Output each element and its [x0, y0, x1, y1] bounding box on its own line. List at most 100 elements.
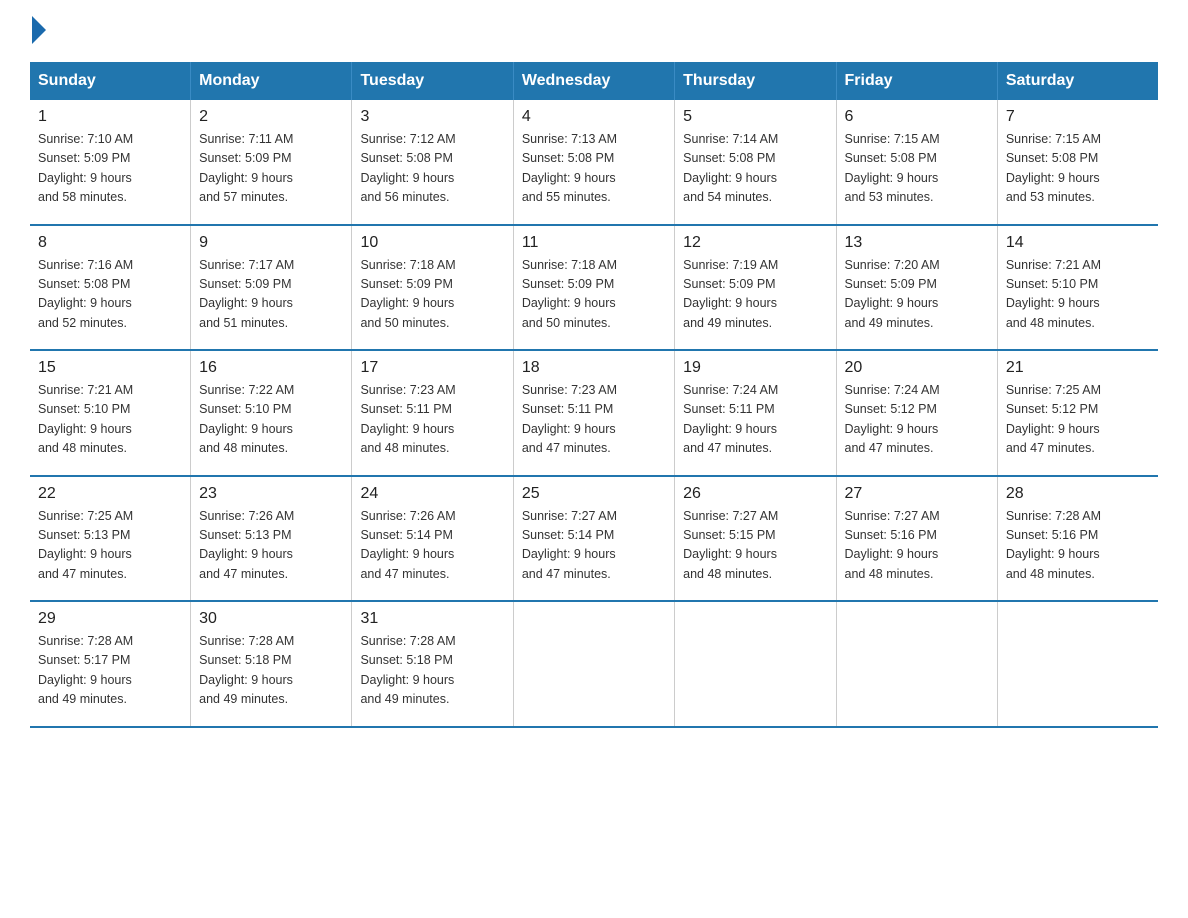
day-info: Sunrise: 7:14 AMSunset: 5:08 PMDaylight:… — [683, 130, 827, 208]
calendar-cell: 25 Sunrise: 7:27 AMSunset: 5:14 PMDaylig… — [513, 476, 674, 602]
week-row-3: 15 Sunrise: 7:21 AMSunset: 5:10 PMDaylig… — [30, 350, 1158, 476]
day-number: 9 — [199, 234, 343, 252]
day-number: 20 — [845, 359, 989, 377]
calendar-cell: 8 Sunrise: 7:16 AMSunset: 5:08 PMDayligh… — [30, 225, 191, 351]
day-number: 19 — [683, 359, 827, 377]
day-info: Sunrise: 7:19 AMSunset: 5:09 PMDaylight:… — [683, 256, 827, 334]
day-number: 30 — [199, 610, 343, 628]
calendar-cell: 7 Sunrise: 7:15 AMSunset: 5:08 PMDayligh… — [997, 100, 1158, 225]
day-number: 1 — [38, 108, 182, 126]
calendar-cell: 13 Sunrise: 7:20 AMSunset: 5:09 PMDaylig… — [836, 225, 997, 351]
header-wednesday: Wednesday — [513, 62, 674, 100]
day-number: 10 — [360, 234, 504, 252]
calendar-cell — [836, 601, 997, 727]
day-info: Sunrise: 7:16 AMSunset: 5:08 PMDaylight:… — [38, 256, 182, 334]
day-info: Sunrise: 7:24 AMSunset: 5:12 PMDaylight:… — [845, 381, 989, 459]
calendar-cell: 18 Sunrise: 7:23 AMSunset: 5:11 PMDaylig… — [513, 350, 674, 476]
day-info: Sunrise: 7:28 AMSunset: 5:18 PMDaylight:… — [360, 632, 504, 710]
day-number: 24 — [360, 485, 504, 503]
day-info: Sunrise: 7:24 AMSunset: 5:11 PMDaylight:… — [683, 381, 827, 459]
day-number: 13 — [845, 234, 989, 252]
day-info: Sunrise: 7:26 AMSunset: 5:14 PMDaylight:… — [360, 507, 504, 585]
calendar-cell: 12 Sunrise: 7:19 AMSunset: 5:09 PMDaylig… — [675, 225, 836, 351]
calendar-cell: 22 Sunrise: 7:25 AMSunset: 5:13 PMDaylig… — [30, 476, 191, 602]
day-number: 6 — [845, 108, 989, 126]
calendar-table: SundayMondayTuesdayWednesdayThursdayFrid… — [30, 62, 1158, 728]
day-number: 28 — [1006, 485, 1150, 503]
calendar-cell: 27 Sunrise: 7:27 AMSunset: 5:16 PMDaylig… — [836, 476, 997, 602]
day-number: 2 — [199, 108, 343, 126]
header-monday: Monday — [191, 62, 352, 100]
day-number: 5 — [683, 108, 827, 126]
day-info: Sunrise: 7:12 AMSunset: 5:08 PMDaylight:… — [360, 130, 504, 208]
day-number: 31 — [360, 610, 504, 628]
day-info: Sunrise: 7:10 AMSunset: 5:09 PMDaylight:… — [38, 130, 182, 208]
day-info: Sunrise: 7:23 AMSunset: 5:11 PMDaylight:… — [360, 381, 504, 459]
day-info: Sunrise: 7:23 AMSunset: 5:11 PMDaylight:… — [522, 381, 666, 459]
day-info: Sunrise: 7:26 AMSunset: 5:13 PMDaylight:… — [199, 507, 343, 585]
day-number: 29 — [38, 610, 182, 628]
day-number: 11 — [522, 234, 666, 252]
logo — [30, 20, 46, 42]
calendar-cell: 14 Sunrise: 7:21 AMSunset: 5:10 PMDaylig… — [997, 225, 1158, 351]
day-info: Sunrise: 7:25 AMSunset: 5:13 PMDaylight:… — [38, 507, 182, 585]
page-header — [30, 20, 1158, 42]
day-info: Sunrise: 7:20 AMSunset: 5:09 PMDaylight:… — [845, 256, 989, 334]
day-info: Sunrise: 7:13 AMSunset: 5:08 PMDaylight:… — [522, 130, 666, 208]
day-number: 8 — [38, 234, 182, 252]
calendar-cell: 20 Sunrise: 7:24 AMSunset: 5:12 PMDaylig… — [836, 350, 997, 476]
calendar-cell: 26 Sunrise: 7:27 AMSunset: 5:15 PMDaylig… — [675, 476, 836, 602]
day-number: 17 — [360, 359, 504, 377]
calendar-cell — [513, 601, 674, 727]
day-info: Sunrise: 7:15 AMSunset: 5:08 PMDaylight:… — [1006, 130, 1150, 208]
calendar-cell: 19 Sunrise: 7:24 AMSunset: 5:11 PMDaylig… — [675, 350, 836, 476]
calendar-cell: 6 Sunrise: 7:15 AMSunset: 5:08 PMDayligh… — [836, 100, 997, 225]
calendar-cell: 28 Sunrise: 7:28 AMSunset: 5:16 PMDaylig… — [997, 476, 1158, 602]
calendar-cell: 2 Sunrise: 7:11 AMSunset: 5:09 PMDayligh… — [191, 100, 352, 225]
day-info: Sunrise: 7:22 AMSunset: 5:10 PMDaylight:… — [199, 381, 343, 459]
day-info: Sunrise: 7:27 AMSunset: 5:16 PMDaylight:… — [845, 507, 989, 585]
header-tuesday: Tuesday — [352, 62, 513, 100]
calendar-header-row: SundayMondayTuesdayWednesdayThursdayFrid… — [30, 62, 1158, 100]
day-info: Sunrise: 7:15 AMSunset: 5:08 PMDaylight:… — [845, 130, 989, 208]
day-number: 12 — [683, 234, 827, 252]
day-info: Sunrise: 7:21 AMSunset: 5:10 PMDaylight:… — [38, 381, 182, 459]
header-thursday: Thursday — [675, 62, 836, 100]
calendar-cell: 31 Sunrise: 7:28 AMSunset: 5:18 PMDaylig… — [352, 601, 513, 727]
day-number: 27 — [845, 485, 989, 503]
calendar-cell: 1 Sunrise: 7:10 AMSunset: 5:09 PMDayligh… — [30, 100, 191, 225]
calendar-cell: 5 Sunrise: 7:14 AMSunset: 5:08 PMDayligh… — [675, 100, 836, 225]
header-sunday: Sunday — [30, 62, 191, 100]
week-row-1: 1 Sunrise: 7:10 AMSunset: 5:09 PMDayligh… — [30, 100, 1158, 225]
calendar-cell: 21 Sunrise: 7:25 AMSunset: 5:12 PMDaylig… — [997, 350, 1158, 476]
day-number: 18 — [522, 359, 666, 377]
day-info: Sunrise: 7:17 AMSunset: 5:09 PMDaylight:… — [199, 256, 343, 334]
day-number: 15 — [38, 359, 182, 377]
calendar-cell — [675, 601, 836, 727]
day-number: 16 — [199, 359, 343, 377]
day-info: Sunrise: 7:25 AMSunset: 5:12 PMDaylight:… — [1006, 381, 1150, 459]
week-row-5: 29 Sunrise: 7:28 AMSunset: 5:17 PMDaylig… — [30, 601, 1158, 727]
day-number: 3 — [360, 108, 504, 126]
day-info: Sunrise: 7:18 AMSunset: 5:09 PMDaylight:… — [360, 256, 504, 334]
day-info: Sunrise: 7:28 AMSunset: 5:17 PMDaylight:… — [38, 632, 182, 710]
day-info: Sunrise: 7:27 AMSunset: 5:15 PMDaylight:… — [683, 507, 827, 585]
calendar-cell: 24 Sunrise: 7:26 AMSunset: 5:14 PMDaylig… — [352, 476, 513, 602]
calendar-cell: 30 Sunrise: 7:28 AMSunset: 5:18 PMDaylig… — [191, 601, 352, 727]
calendar-cell: 23 Sunrise: 7:26 AMSunset: 5:13 PMDaylig… — [191, 476, 352, 602]
week-row-4: 22 Sunrise: 7:25 AMSunset: 5:13 PMDaylig… — [30, 476, 1158, 602]
day-number: 14 — [1006, 234, 1150, 252]
calendar-cell: 10 Sunrise: 7:18 AMSunset: 5:09 PMDaylig… — [352, 225, 513, 351]
day-number: 21 — [1006, 359, 1150, 377]
week-row-2: 8 Sunrise: 7:16 AMSunset: 5:08 PMDayligh… — [30, 225, 1158, 351]
calendar-cell: 3 Sunrise: 7:12 AMSunset: 5:08 PMDayligh… — [352, 100, 513, 225]
day-info: Sunrise: 7:21 AMSunset: 5:10 PMDaylight:… — [1006, 256, 1150, 334]
logo-arrow-icon — [32, 16, 46, 44]
day-info: Sunrise: 7:11 AMSunset: 5:09 PMDaylight:… — [199, 130, 343, 208]
calendar-cell: 17 Sunrise: 7:23 AMSunset: 5:11 PMDaylig… — [352, 350, 513, 476]
day-info: Sunrise: 7:18 AMSunset: 5:09 PMDaylight:… — [522, 256, 666, 334]
calendar-cell: 4 Sunrise: 7:13 AMSunset: 5:08 PMDayligh… — [513, 100, 674, 225]
header-friday: Friday — [836, 62, 997, 100]
day-number: 4 — [522, 108, 666, 126]
day-number: 25 — [522, 485, 666, 503]
